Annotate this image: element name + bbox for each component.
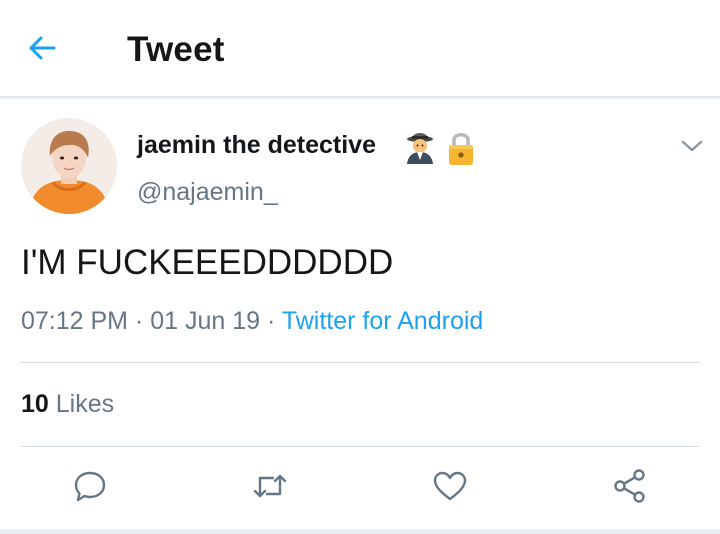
retweet-icon	[253, 474, 287, 498]
display-name[interactable]: jaemin the detective	[137, 131, 376, 160]
meta-separator: ·	[128, 307, 151, 335]
likes-count: 10	[21, 390, 49, 418]
user-handle[interactable]: @najaemin_	[137, 178, 278, 207]
meta-separator: ·	[260, 307, 282, 335]
divider	[21, 362, 699, 363]
tweet-meta: 07:12 PM · 01 Jun 19 · Twitter for Andro…	[21, 307, 483, 336]
likes-label: Likes	[55, 390, 115, 418]
more-options-button[interactable]	[676, 132, 708, 160]
avatar-image	[21, 118, 117, 214]
page-title: Tweet	[127, 30, 225, 69]
like-button[interactable]	[430, 466, 470, 506]
heart-icon	[433, 471, 467, 501]
detective-emoji-icon	[407, 133, 433, 164]
top-app-bar: Tweet	[0, 0, 720, 98]
tweet-date: 01 Jun 19	[150, 307, 261, 335]
likes-stat[interactable]: 10 Likes	[21, 390, 114, 419]
reply-icon	[74, 471, 106, 502]
share-icon	[614, 469, 645, 503]
arrow-left-icon	[29, 36, 56, 60]
tweet-source-link[interactable]: Twitter for Android	[282, 307, 483, 335]
chevron-down-icon	[681, 140, 703, 152]
retweet-button[interactable]	[250, 466, 290, 506]
back-button[interactable]	[22, 28, 62, 68]
divider	[21, 446, 699, 447]
tweet-time: 07:12 PM	[21, 307, 129, 335]
reply-button[interactable]	[70, 466, 110, 506]
tweet-text: I'M FUCKEEEDDDDDD	[21, 243, 394, 282]
share-button[interactable]	[610, 466, 650, 506]
bottom-divider	[0, 529, 720, 534]
avatar[interactable]	[21, 118, 117, 214]
lock-icon	[449, 133, 473, 165]
